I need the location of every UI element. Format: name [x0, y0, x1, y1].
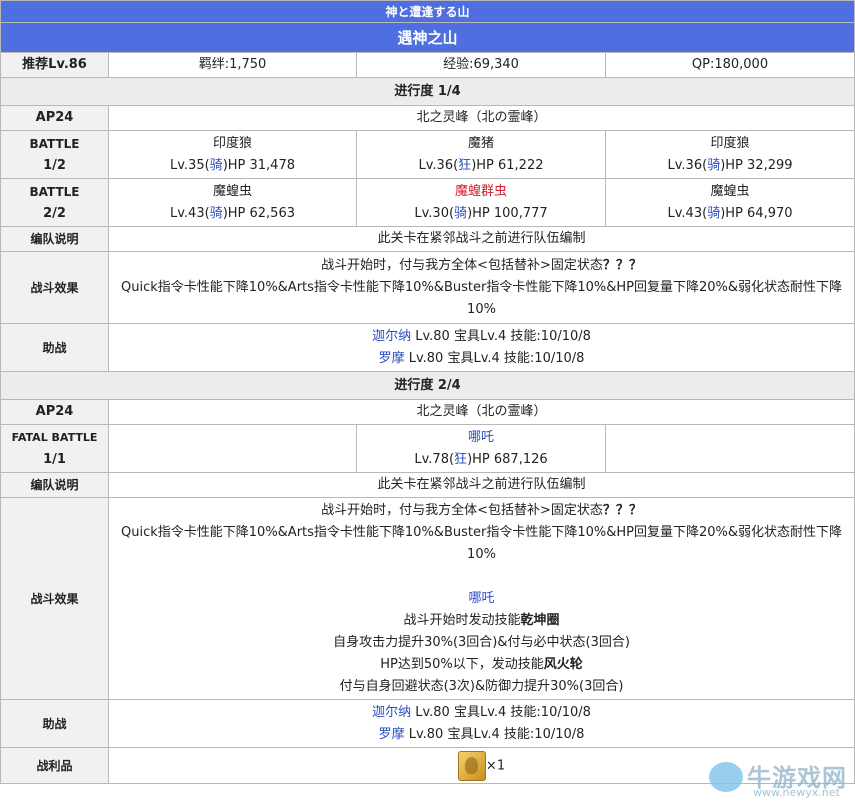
support-servant-link[interactable]: 迦尔纳 [372, 705, 411, 720]
formation-label: 编队说明 [0, 226, 109, 252]
effect-label: 战斗效果 [0, 251, 109, 324]
enemy-cell: 魔蝗虫 Lv.43(骑)HP 62,563 [108, 178, 357, 227]
support-label: 助战 [0, 699, 109, 748]
empty-cell [604, 424, 855, 473]
ap-cost-1: AP24 [0, 105, 109, 131]
support-servant-link[interactable]: 罗摩 [379, 727, 405, 742]
support-list: 迦尔纳 Lv.80 宝具Lv.4 技能:10/10/8 罗摩 Lv.80 宝具L… [107, 699, 855, 748]
bond-value: 羁绊:1,750 [108, 52, 357, 78]
progress-1-header: 进行度 1/4 [0, 77, 855, 106]
skill-name: 风火轮 [543, 656, 583, 672]
formation-text: 此关卡在紧邻战斗之前进行队伍编制 [107, 226, 855, 252]
enemy-name: 魔猪 [467, 135, 494, 151]
enemy-cell: 魔蝗虫 Lv.43(骑)HP 64,970 [604, 178, 855, 227]
recommended-level: 推荐Lv.86 [0, 52, 109, 78]
enemy-cell: 魔猪 Lv.36(狂)HP 61,222 [356, 130, 606, 179]
quest-table: 神と遭逢する山 遇神之山 推荐Lv.86 羁绊:1,750 经验:69,340 … [0, 0, 855, 784]
enemy-name: 魔蝗虫 [710, 183, 750, 199]
support-servant-link[interactable]: 迦尔纳 [372, 329, 411, 344]
enemy-name: 印度狼 [212, 135, 252, 151]
battle-label-2: BATTLE 2/2 [0, 178, 109, 227]
gold-item-icon[interactable] [457, 750, 486, 781]
drop-count: ×1 [485, 758, 506, 773]
enemy-class-link[interactable]: 狂 [458, 158, 471, 173]
support-label: 助战 [0, 323, 109, 372]
ap-cost-2: AP24 [0, 399, 109, 425]
boss-cell: 哪吒 Lv.78(狂)HP 687,126 [356, 424, 606, 473]
progress-2-header: 进行度 2/4 [0, 371, 855, 400]
battle-label-1: BATTLE 1/2 [0, 130, 109, 179]
empty-cell [108, 424, 357, 473]
enemy-cell: 魔蝗群虫 Lv.30(骑)HP 100,777 [356, 178, 606, 227]
enemy-class-link[interactable]: 骑 [210, 158, 223, 173]
quest-title: 遇神之山 [0, 22, 855, 53]
effect-text: 战斗开始时，付与我方全体<包括替补>固定状态？？？ Quick指令卡性能下降10… [107, 497, 855, 700]
fatal-battle-label: FATAL BATTLE 1/1 [0, 424, 109, 473]
boss-name-link[interactable]: 哪吒 [113, 588, 850, 610]
enemy-class-link[interactable]: 骑 [454, 206, 467, 221]
effect-label: 战斗效果 [0, 497, 109, 700]
drops-cell: ×1 [107, 747, 855, 784]
skill-name: 乾坤圈 [520, 612, 560, 628]
qp-value: QP:180,000 [604, 52, 855, 78]
enemy-class-link[interactable]: 骑 [707, 206, 720, 221]
enemy-class-link[interactable]: 狂 [454, 452, 467, 467]
quest-page: 神と遭逢する山 遇神之山 推荐Lv.86 羁绊:1,750 经验:69,340 … [0, 0, 855, 804]
support-servant-link[interactable]: 罗摩 [379, 351, 405, 366]
location-2: 北之灵峰（北の霊峰） [107, 399, 855, 425]
enemy-cell: 印度狼 Lv.35(骑)HP 31,478 [108, 130, 357, 179]
enemy-name: 印度狼 [710, 135, 750, 151]
formation-label: 编队说明 [0, 472, 109, 498]
effect-text: 战斗开始时，付与我方全体<包括替补>固定状态？？？ Quick指令卡性能下降10… [107, 251, 855, 324]
enemy-cell: 印度狼 Lv.36(骑)HP 32,299 [604, 130, 855, 179]
enemy-class-link[interactable]: 骑 [707, 158, 720, 173]
enemy-class-link[interactable]: 骑 [210, 206, 223, 221]
enemy-name-link[interactable]: 魔蝗群虫 [361, 181, 601, 203]
watermark-url: www.newyx.net [753, 786, 840, 799]
formation-text: 此关卡在紧邻战斗之前进行队伍编制 [107, 472, 855, 498]
enemy-name: 魔蝗虫 [212, 183, 252, 199]
support-list: 迦尔纳 Lv.80 宝具Lv.4 技能:10/10/8 罗摩 Lv.80 宝具L… [107, 323, 855, 372]
location-1: 北之灵峰（北の霊峰） [107, 105, 855, 131]
boss-name-link[interactable]: 哪吒 [361, 427, 601, 449]
drops-label: 战利品 [0, 747, 109, 784]
quest-subtitle: 神と遭逢する山 [0, 0, 855, 23]
exp-value: 经验:69,340 [356, 52, 606, 78]
